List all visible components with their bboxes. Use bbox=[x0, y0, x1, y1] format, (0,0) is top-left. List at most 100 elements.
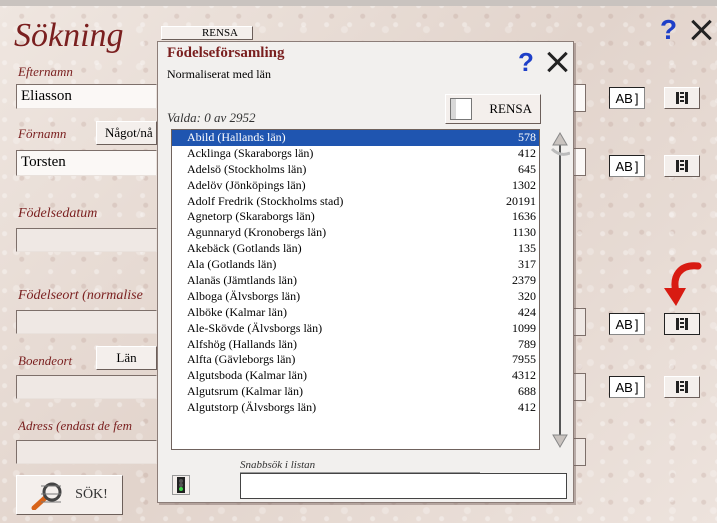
ab-toggle-lastname[interactable]: AB] bbox=[609, 87, 645, 109]
parish-list: Abild (Hallands län) 578 Acklinga (Skarabo… bbox=[171, 129, 540, 450]
list-item[interactable]: Ale-Skövde (Älvsborgs län) 1099 bbox=[172, 321, 539, 337]
residence-scope-button[interactable]: Län bbox=[96, 346, 157, 370]
clear-list-icon bbox=[450, 98, 472, 120]
list-icon bbox=[676, 381, 688, 393]
list-item[interactable]: Adelsö (Stockholms län) 645 bbox=[172, 162, 539, 178]
list-item-count: 135 bbox=[518, 241, 536, 256]
residence-field[interactable] bbox=[16, 375, 157, 399]
list-icon bbox=[676, 160, 688, 172]
window-help-icon[interactable]: ? bbox=[660, 16, 677, 44]
list-item-count: 1302 bbox=[512, 177, 536, 192]
list-item-name: Ala (Gotlands län) bbox=[187, 257, 277, 272]
list-item-count: 4312 bbox=[512, 368, 536, 383]
list-item[interactable]: Algutsrum (Kalmar län) 688 bbox=[172, 384, 539, 400]
list-item-name: Algutstorp (Älvsborgs län) bbox=[187, 400, 317, 415]
dialog-close-icon[interactable] bbox=[546, 51, 568, 73]
field-stub-5 bbox=[574, 438, 586, 466]
dialog-title: Födelseförsamling bbox=[167, 45, 285, 61]
list-button-lastname[interactable] bbox=[664, 87, 700, 109]
list-item-name: Alboga (Älvsborgs län) bbox=[187, 288, 301, 303]
list-item[interactable]: Algutsboda (Kalmar län) 4312 bbox=[172, 368, 539, 384]
list-item[interactable]: Alboga (Älvsborgs län) 320 bbox=[172, 289, 539, 305]
list-item-count: 7955 bbox=[512, 352, 536, 367]
list-item-count: 424 bbox=[518, 304, 536, 319]
ab-toggle-birthplace[interactable]: AB] bbox=[609, 313, 645, 335]
ab-toggle-firstname[interactable]: AB] bbox=[609, 155, 645, 177]
lastname-field[interactable]: Eliasson bbox=[16, 84, 157, 109]
firstname-label: Förnamn bbox=[18, 126, 67, 141]
clear-button-partial[interactable]: RENSA bbox=[161, 26, 253, 40]
birthplace-field[interactable] bbox=[16, 310, 157, 334]
list-button-birthplace[interactable] bbox=[664, 313, 700, 335]
list-item-name: Alanäs (Jämtlands län) bbox=[187, 273, 297, 288]
list-item-count: 789 bbox=[518, 336, 536, 351]
window-close-icon[interactable] bbox=[690, 19, 712, 41]
list-item-count: 688 bbox=[518, 384, 536, 399]
list-item-count: 645 bbox=[518, 161, 536, 176]
list-item-name: Alfshög (Hallands län) bbox=[187, 336, 297, 351]
list-item-count: 20191 bbox=[506, 193, 536, 208]
list-item[interactable]: Adelöv (Jönköpings län) 1302 bbox=[172, 178, 539, 194]
search-button[interactable]: SÖK! bbox=[16, 475, 123, 515]
list-item-name: Akebäck (Gotlands län) bbox=[187, 241, 302, 256]
dialog-clear-button[interactable]: RENSA bbox=[445, 94, 541, 124]
list-item-count: 320 bbox=[518, 288, 536, 303]
red-arrow-icon bbox=[662, 262, 702, 310]
quicksearch-label: Snabbsök i listan bbox=[240, 459, 316, 471]
firstname-field[interactable]: Torsten bbox=[16, 150, 157, 176]
list-item-count: 317 bbox=[518, 257, 536, 272]
quicksearch-input[interactable] bbox=[240, 473, 567, 499]
list-item[interactable]: Ala (Gotlands län) 317 bbox=[172, 257, 539, 273]
search-magnifier-icon bbox=[31, 480, 67, 511]
list-button-residence[interactable] bbox=[664, 376, 700, 398]
field-stub-1 bbox=[574, 84, 586, 112]
dialog-subtitle: Normaliserat med län bbox=[167, 67, 271, 81]
list-scrollbar[interactable] bbox=[550, 131, 571, 450]
list-item-count: 578 bbox=[518, 130, 536, 144]
firstname-mode-button[interactable]: Något/nå bbox=[96, 121, 157, 145]
list-item[interactable]: Agunnaryd (Kronobergs län) 1130 bbox=[172, 225, 539, 241]
list-item[interactable]: Abild (Hallands län) 578 bbox=[172, 130, 539, 146]
birthplace-label: Födelseort (normalise bbox=[18, 288, 143, 303]
list-item-count: 1130 bbox=[512, 225, 536, 240]
birthdate-field[interactable] bbox=[16, 228, 157, 252]
dialog-help-icon[interactable]: ? bbox=[518, 48, 534, 76]
list-item-name: Agnetorp (Skaraborgs län) bbox=[187, 209, 315, 224]
list-item[interactable]: Algutstorp (Älvsborgs län) 412 bbox=[172, 400, 539, 416]
list-item[interactable]: Acklinga (Skaraborgs län) 412 bbox=[172, 146, 539, 162]
list-item-count: 412 bbox=[518, 400, 536, 415]
list-icon bbox=[676, 318, 688, 330]
scrollbar-graphic bbox=[550, 132, 571, 448]
birthdate-label: Födelsedatum bbox=[18, 206, 98, 221]
address-field[interactable] bbox=[16, 440, 157, 464]
list-item-name: Algutsrum (Kalmar län) bbox=[187, 384, 303, 399]
list-item-count: 2379 bbox=[512, 273, 536, 288]
list-item-name: Ale-Skövde (Älvsborgs län) bbox=[187, 320, 323, 335]
list-item[interactable]: Adolf Fredrik (Stockholms stad) 20191 bbox=[172, 194, 539, 210]
residence-label: Boendeort bbox=[18, 353, 73, 368]
list-item-count: 1099 bbox=[512, 320, 536, 335]
list-item-count: 412 bbox=[518, 145, 536, 160]
list-item[interactable]: Alanäs (Jämtlands län) 2379 bbox=[172, 273, 539, 289]
list-item-name: Alfta (Gävleborgs län) bbox=[187, 352, 296, 367]
selected-count: Valda: 0 av 2952 bbox=[167, 110, 256, 125]
list-button-firstname[interactable] bbox=[664, 155, 700, 177]
list-item-name: Adelsö (Stockholms län) bbox=[187, 161, 307, 176]
list-item[interactable]: Alfshög (Hallands län) 789 bbox=[172, 337, 539, 353]
list-item-count: 1636 bbox=[512, 209, 536, 224]
list-item[interactable]: Akebäck (Gotlands län) 135 bbox=[172, 241, 539, 257]
list-item-name: Acklinga (Skaraborgs län) bbox=[187, 145, 314, 160]
ab-toggle-residence[interactable]: AB] bbox=[609, 376, 645, 398]
field-stub-3 bbox=[574, 308, 586, 336]
list-item[interactable]: Alböke (Kalmar län) 424 bbox=[172, 305, 539, 321]
traffic-light-icon[interactable] bbox=[172, 475, 190, 495]
address-label: Adress (endast de fem bbox=[18, 418, 132, 433]
search-window: { "window": {"title": "Sökning"}, "form"… bbox=[0, 0, 717, 523]
list-item-name: Algutsboda (Kalmar län) bbox=[187, 368, 307, 383]
list-item[interactable]: Agnetorp (Skaraborgs län) 1636 bbox=[172, 209, 539, 225]
list-item[interactable]: Alfta (Gävleborgs län) 7955 bbox=[172, 352, 539, 368]
field-stub-2 bbox=[574, 148, 586, 176]
list-item-name: Alböke (Kalmar län) bbox=[187, 304, 287, 319]
lastname-label: Efternamn bbox=[18, 64, 73, 79]
search-button-label: SÖK! bbox=[75, 487, 108, 502]
